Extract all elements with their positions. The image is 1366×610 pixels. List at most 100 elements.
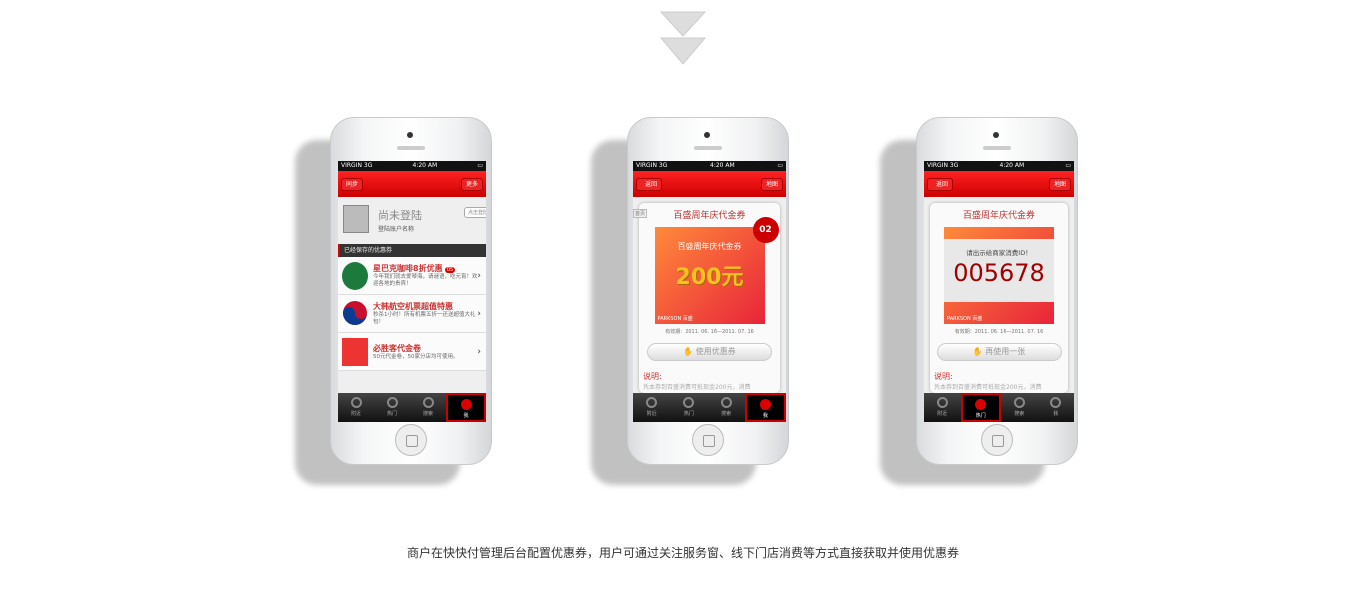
tab-label: 热门 [386,411,397,417]
nav-bar: 返回 地图 [633,171,786,197]
tab-label: 搜索 [1014,411,1025,417]
coupon-card: 百盛周年庆代金券 请出示给商家消费ID！ 005678 PARKSON 百盛 有… [930,203,1068,393]
search-icon [422,397,434,408]
tab-search[interactable]: 搜索 [410,393,446,422]
user-name: 尚未登陆 [378,209,422,222]
use-coupon-button[interactable]: ✋ 使用优惠券 [647,343,772,361]
compass-icon [936,397,948,408]
validity-period: 有效期：2011. 06. 16—2011. 07. 16 [665,329,754,335]
user-subtitle: 登陆账户名称 [378,226,415,233]
tab-label: 附近 [350,411,361,417]
item-desc: 今年我们就去爱琴海，请谜语，吃元宵！欢迎各地的贵宾！ [373,274,478,287]
time: 4:20 AM [999,162,1025,169]
use-another-button[interactable]: ✋ 再使用一张 [936,343,1062,361]
coupon-image: 请出示给商家消费ID！ 005678 PARKSON 百盛 [944,227,1054,324]
coupon-image: 百盛周年庆代金券 200元 PARKSON 百盛 02 [654,217,779,324]
coupon-list-item[interactable]: 大韩航空机票超值特惠 秒杀1小时！所有机票五折一还送超值大礼包！ › [338,295,486,333]
tab-search[interactable]: 搜索 [708,393,745,422]
tab-bar: 附近 热门 搜索 我 [633,393,786,422]
coupon-card: 首页 百盛周年庆代金券 百盛周年庆代金券 200元 PARKSON 百盛 02 … [633,203,780,393]
login-hint[interactable]: 点击登陆 [463,207,486,218]
nav-bar: 返回 地图 [924,171,1074,197]
tab-bar: 附近 热门 搜索 我 [338,393,486,422]
more-button[interactable]: 更多 [460,178,483,191]
map-button[interactable]: 地图 [760,178,783,191]
tab-search[interactable]: 搜索 [1001,393,1038,422]
fire-icon [683,397,695,408]
network: 3G [658,162,668,169]
tab-nearby[interactable]: 附近 [633,393,670,422]
user-icon [759,399,771,410]
status-bar: VIRGIN 3G 4:20 AM ▭ [924,161,1074,171]
fire-icon [386,397,398,408]
sync-button[interactable]: 同步 [341,178,364,191]
coupon-title: 百盛周年庆代金券 [962,211,1035,221]
description-label: 说明: [643,372,662,381]
hand-icon: ✋ [683,347,694,356]
description-text: 凭本券到百盛消费可抵现金200元，消费 [934,384,1042,391]
coupon-image-title: 百盛周年庆代金券 [677,242,742,251]
tab-me[interactable]: 我 [446,393,486,422]
side-tag: 首页 [633,209,648,218]
pizza-hut-logo [342,337,368,366]
user-icon [460,399,472,410]
back-button[interactable]: 返回 [636,178,663,191]
tab-label: 热门 [975,413,986,419]
tab-label: 附近 [646,411,657,417]
tab-hot[interactable]: 热门 [670,393,707,422]
tab-me[interactable]: 我 [1038,393,1075,422]
tab-label: 搜索 [721,411,732,417]
user-profile[interactable]: 尚未登陆 登陆账户名称 点击登陆 [338,197,486,244]
phone-coupon-code: VIRGIN 3G 4:20 AM ▭ 返回 地图 百盛周年庆代金券 请出示给商家消… [916,117,1078,465]
tab-label: 热门 [683,411,694,417]
camera [993,132,999,138]
screen: VIRGIN 3G 4:20 AM ▭ 返回 地图 首页 百盛周年庆代金券 百盛周年… [633,161,786,422]
status-bar: VIRGIN 3G 4:20 AM ▭ [338,161,486,171]
compass-icon [350,397,362,408]
tab-bar: 附近 热门 搜索 我 [924,393,1074,422]
speaker [397,146,425,150]
tab-nearby[interactable]: 附近 [924,393,961,422]
item-title: 星巴克咖啡8折优惠 [373,264,443,273]
consume-id: 005678 [953,259,1045,287]
brand-logo: PARKSON 百盛 [947,316,983,322]
item-title: 必胜客代金卷 [373,343,421,353]
coupon-list-item[interactable]: 星巴克咖啡8折优惠 05 今年我们就去爱琴海，请谜语，吃元宵！欢迎各地的贵宾！ › [338,257,486,295]
map-button[interactable]: 地图 [1048,178,1071,191]
chevron-right-icon: › [477,347,481,357]
home-button [981,424,1013,456]
chevron-right-icon: › [477,309,481,319]
avatar [343,205,369,233]
description-text: 凭本券到百盛消费可抵现金200元，消费 [643,384,751,391]
tab-nearby[interactable]: 附近 [338,393,374,422]
tab-hot[interactable]: 热门 [374,393,410,422]
carrier: VIRGIN [927,162,948,169]
brand-logo: PARKSON 百盛 [657,316,693,322]
time: 4:20 AM [412,162,438,169]
validity-period: 有效期：2011. 06. 16—2011. 07. 16 [954,329,1044,335]
back-button[interactable]: 返回 [927,178,954,191]
compass-icon [646,397,658,408]
carrier: VIRGIN [341,162,362,169]
phone-saved-coupons: VIRGIN 3G 4:20 AM ▭ 同步 更多 尚未登陆 登陆账户名称 点击登陆… [330,117,492,465]
carrier: VIRGIN [636,162,657,169]
coupon-list-item[interactable]: 必胜客代金卷 50元代金卷，50家分店均可使用。 › [338,333,486,371]
chevron-right-icon: › [477,271,481,281]
korean-air-logo [342,299,368,328]
button-label: 再使用一张 [985,347,1026,356]
speaker [694,146,722,150]
battery-icon: ▭ [777,162,783,169]
search-icon [720,397,732,408]
network: 3G [363,162,373,169]
tab-hot[interactable]: 热门 [960,393,1001,422]
tab-me[interactable]: 我 [744,393,786,422]
status-bar: VIRGIN 3G 4:20 AM ▭ [633,161,786,171]
screen: VIRGIN 3G 4:20 AM ▭ 同步 更多 尚未登陆 登陆账户名称 点击登陆… [338,161,486,422]
description-label: 说明: [934,372,953,381]
code-panel: 请出示给商家消费ID！ 005678 [944,239,1054,302]
item-desc: 秒杀1小时！所有机票五折一还送超值大礼包！ [373,312,476,325]
tab-label: 附近 [937,411,948,417]
starbucks-logo [342,261,368,290]
camera [704,132,710,138]
count-badge: 05 [444,267,456,273]
